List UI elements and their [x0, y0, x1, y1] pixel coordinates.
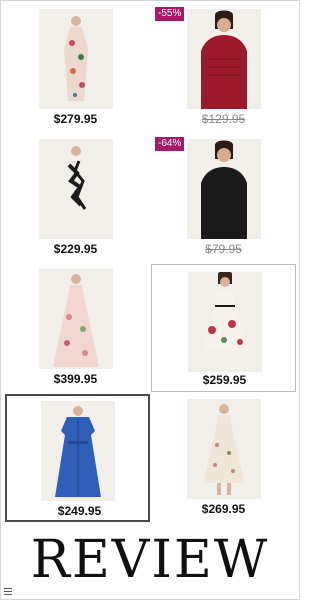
review-heading[interactable]: REVIEW [0, 530, 300, 590]
dress-figure-icon [39, 139, 113, 239]
product-image[interactable] [187, 139, 261, 239]
product-card-2[interactable]: -55% $129.95 [151, 2, 296, 132]
product-price: $249.95 [57, 504, 102, 518]
product-image[interactable] [39, 139, 113, 239]
product-card-8[interactable]: $269.95 [151, 392, 296, 522]
hamburger-menu-icon[interactable] [4, 588, 12, 595]
product-card-7[interactable]: $249.95 [5, 394, 150, 522]
product-price: $259.95 [202, 373, 247, 387]
product-card-6[interactable]: $259.95 [151, 264, 296, 392]
product-card-3[interactable]: $229.95 [3, 132, 148, 262]
dress-figure-icon [187, 399, 261, 499]
product-price: $399.95 [53, 372, 98, 386]
discount-badge: -55% [155, 7, 185, 21]
product-price: $79.95 [205, 242, 242, 256]
product-price: $279.95 [53, 112, 98, 126]
product-image[interactable] [187, 9, 261, 109]
product-image[interactable] [39, 9, 113, 109]
dress-figure-icon [187, 139, 261, 239]
product-card-1[interactable]: $279.95 [3, 2, 148, 132]
dress-figure-icon [188, 272, 262, 372]
product-card-5[interactable]: $399.95 [3, 262, 148, 392]
product-image[interactable] [187, 399, 261, 499]
product-price: $129.95 [201, 112, 246, 126]
product-image[interactable] [41, 401, 115, 501]
dress-figure-icon [41, 401, 115, 501]
product-image[interactable] [188, 272, 262, 372]
dress-figure-icon [187, 9, 261, 109]
dress-figure-icon [39, 9, 113, 109]
product-price: $229.95 [53, 242, 98, 256]
discount-badge: -64% [155, 137, 185, 151]
dress-figure-icon [39, 269, 113, 369]
product-card-4[interactable]: -64% $79.95 [151, 132, 296, 262]
product-image[interactable] [39, 269, 113, 369]
product-price: $269.95 [201, 502, 246, 516]
